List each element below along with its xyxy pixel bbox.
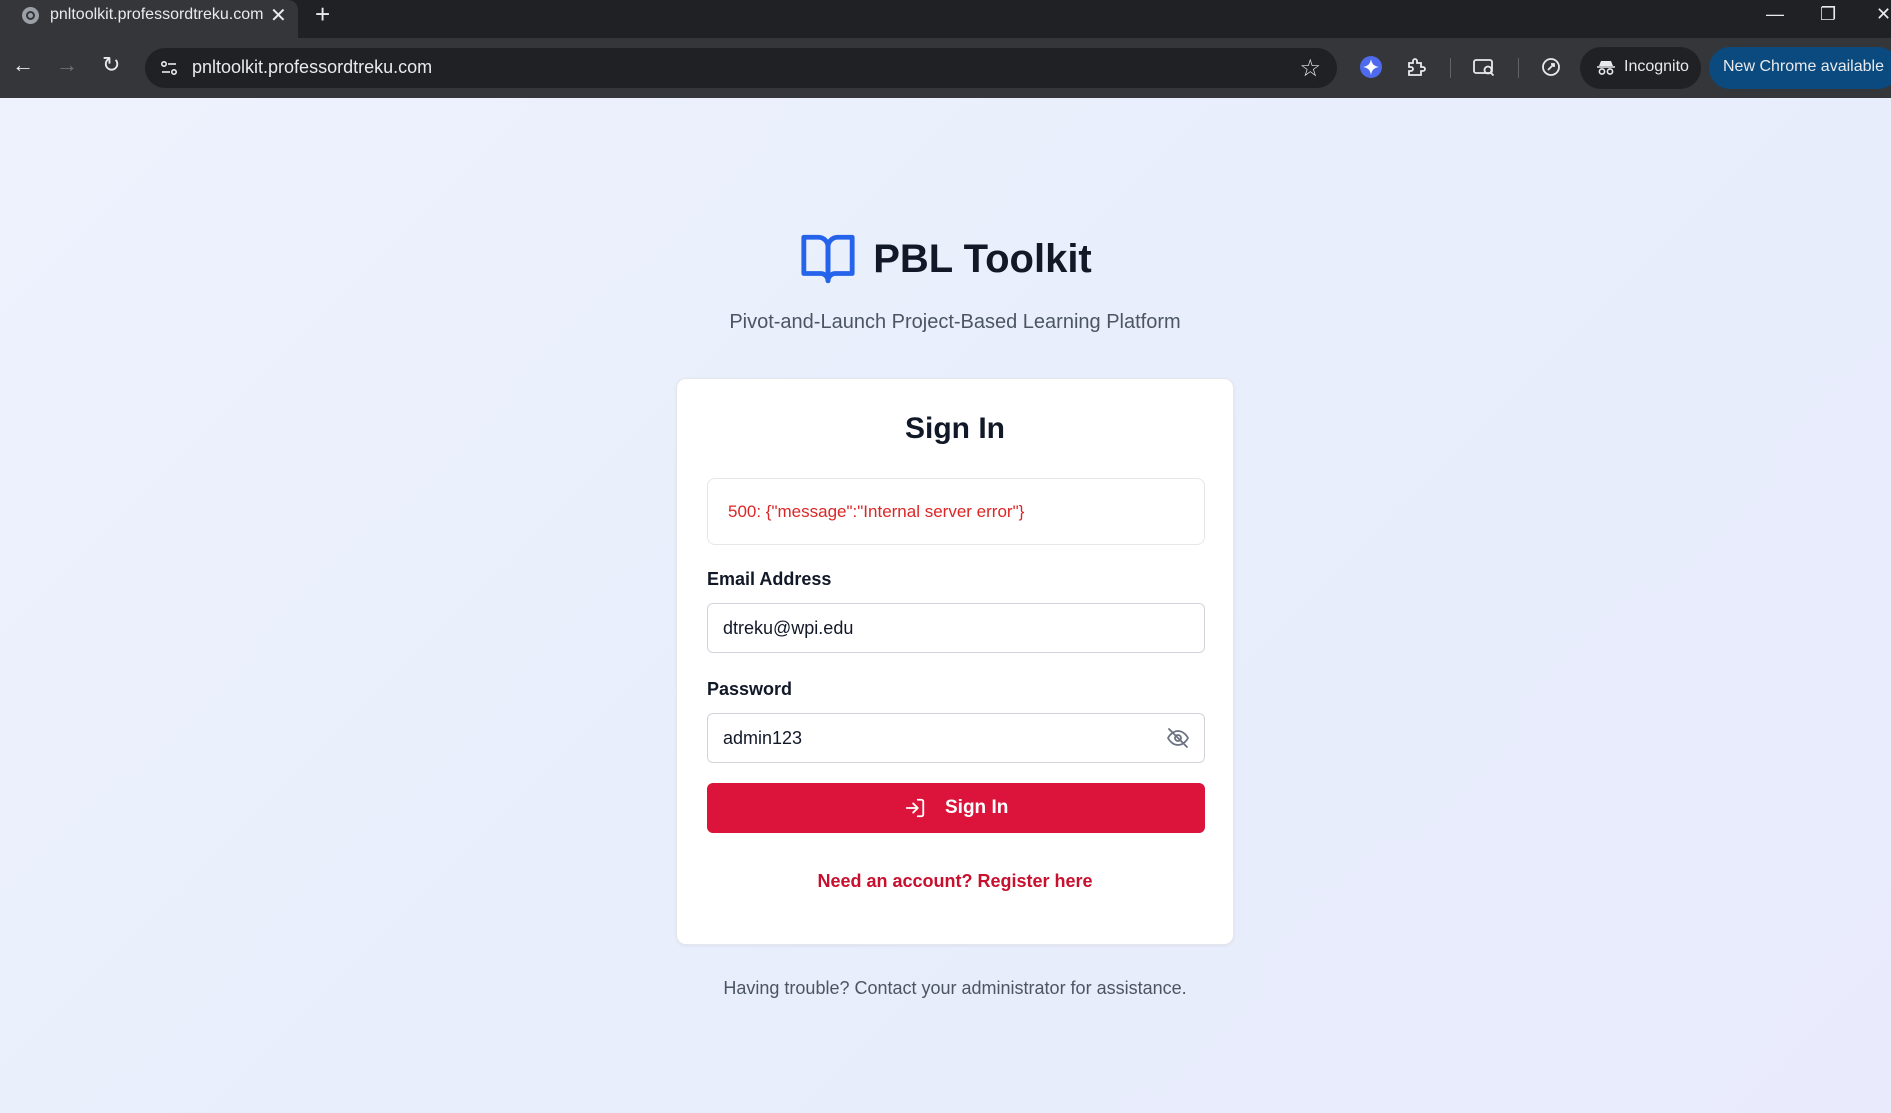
reload-button[interactable]: ↻: [102, 54, 120, 76]
toolbar-divider: [1450, 58, 1451, 78]
tagline: Pivot-and-Launch Project-Based Learning …: [729, 311, 1181, 333]
incognito-label: Incognito: [1624, 58, 1689, 75]
update-label: New Chrome available: [1723, 58, 1884, 75]
restore-button[interactable]: ❐: [1820, 4, 1836, 25]
more-menu-icon[interactable]: ⋮: [1884, 55, 1891, 76]
performance-icon[interactable]: [1536, 52, 1566, 82]
error-alert: 500: {"message":"Internal server error"}: [707, 478, 1205, 545]
close-window-button[interactable]: ✕: [1876, 4, 1891, 25]
email-field[interactable]: [707, 603, 1205, 653]
help-text: Having trouble? Contact your administrat…: [723, 978, 1187, 998]
password-label: Password: [707, 679, 793, 699]
back-button[interactable]: ←: [12, 54, 34, 76]
address-bar[interactable]: pnltoolkit.professordtreku.com ☆: [145, 48, 1337, 88]
toolbar-divider: [1518, 58, 1519, 78]
tab-strip: pnltoolkit.professordtreku.com ✕ + — ❐ ✕: [0, 0, 1891, 38]
bookmark-star-icon[interactable]: ☆: [1299, 54, 1321, 83]
sign-in-button[interactable]: Sign In: [707, 783, 1205, 833]
tab-search-icon[interactable]: [1469, 52, 1499, 82]
sign-in-label: Sign In: [945, 797, 1009, 818]
eye-off-icon[interactable]: [1166, 726, 1190, 750]
book-open-icon: [801, 234, 855, 284]
log-in-icon: [905, 798, 925, 818]
page-viewport: PBL Toolkit Pivot-and-Launch Project-Bas…: [0, 98, 1891, 1113]
site-settings-icon[interactable]: [159, 58, 179, 78]
url-text[interactable]: pnltoolkit.professordtreku.com: [192, 57, 432, 78]
sign-in-card: Sign In 500: {"message":"Internal server…: [676, 378, 1234, 945]
incognito-icon: [1597, 61, 1615, 75]
card-title: Sign In: [905, 412, 1005, 445]
globe-icon: [22, 7, 39, 24]
error-message: 500: {"message":"Internal server error"}: [728, 502, 1025, 521]
email-label: Email Address: [707, 569, 832, 589]
browser-tab[interactable]: pnltoolkit.professordtreku.com ✕: [0, 0, 298, 38]
password-field[interactable]: [707, 713, 1205, 763]
extensions-icon[interactable]: [1402, 52, 1432, 82]
brand-header: PBL Toolkit: [0, 230, 1891, 288]
new-tab-button[interactable]: +: [315, 1, 330, 27]
browser-toolbar: ← → ↻ pnltoolkit.professordtreku.com ☆ I…: [0, 38, 1891, 98]
new-chrome-available-button[interactable]: New Chrome available ⋮: [1709, 47, 1891, 89]
gemini-icon[interactable]: [1356, 52, 1386, 82]
brand-title: PBL Toolkit: [873, 236, 1092, 281]
incognito-indicator[interactable]: Incognito: [1580, 47, 1701, 89]
minimize-button[interactable]: —: [1766, 4, 1784, 25]
forward-button[interactable]: →: [56, 54, 78, 76]
tab-close-button[interactable]: ✕: [270, 3, 287, 28]
tab-title: pnltoolkit.professordtreku.com: [50, 6, 264, 23]
register-link[interactable]: Need an account? Register here: [677, 871, 1233, 892]
